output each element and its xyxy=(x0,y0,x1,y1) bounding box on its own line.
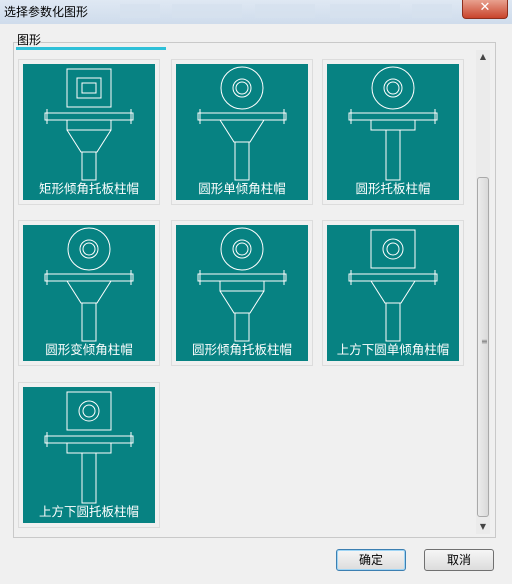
slab xyxy=(197,112,287,121)
support-plate xyxy=(219,280,265,292)
tile-label: 圆形变倾角柱帽 xyxy=(45,342,133,357)
column-shaft xyxy=(234,312,250,342)
column-shaft xyxy=(81,302,97,342)
column-cap-diagram-icon xyxy=(348,229,438,342)
background-window-ghost xyxy=(412,4,452,18)
shape-tile[interactable]: 圆形托板柱帽 xyxy=(322,59,464,205)
title-bar: 选择参数化图形 ✕ xyxy=(0,0,512,24)
plan-core-circle xyxy=(82,242,96,256)
plan-outer-square xyxy=(66,391,112,431)
cap-taper xyxy=(219,290,265,314)
support-plate xyxy=(370,119,416,131)
shape-tile[interactable]: 上方下圆单倾角柱帽 xyxy=(322,220,464,366)
shape-tile[interactable]: 圆形单倾角柱帽 xyxy=(171,59,313,205)
column-cap-diagram-icon xyxy=(197,227,287,342)
tile-preview: 圆形托板柱帽 xyxy=(327,64,459,200)
plan-inner-circle xyxy=(78,400,100,422)
plan-outer-circle xyxy=(371,66,415,110)
plan-inner-circle xyxy=(382,238,404,260)
plan-outer-square xyxy=(66,68,112,108)
cap-taper xyxy=(66,129,112,153)
column-shaft xyxy=(234,141,250,181)
tile-label: 矩形倾角托板柱帽 xyxy=(38,181,139,196)
background-window-ghost xyxy=(330,4,400,18)
plan-outer-circle xyxy=(220,66,264,110)
shape-tile[interactable]: 上方下圆托板柱帽 xyxy=(18,382,160,528)
plan-outer-circle xyxy=(67,227,111,271)
slab xyxy=(44,112,134,121)
column-cap-diagram-icon xyxy=(44,391,134,504)
tile-label: 圆形单倾角柱帽 xyxy=(198,181,286,196)
tile-preview: 圆形变倾角柱帽 xyxy=(23,225,155,361)
column-cap-diagram-icon xyxy=(197,66,287,181)
scrollbar-thumb[interactable]: ≡ xyxy=(477,177,489,517)
tile-preview: 上方下圆托板柱帽 xyxy=(23,387,155,523)
tile-label: 上方下圆托板柱帽 xyxy=(38,504,139,519)
tile-label: 圆形托板柱帽 xyxy=(355,181,431,196)
background-window-ghost xyxy=(120,4,160,18)
column-shaft xyxy=(81,151,97,181)
vertical-scrollbar[interactable]: ▲ ≡ ▼ xyxy=(476,50,490,534)
close-icon: ✕ xyxy=(479,0,491,15)
support-plate xyxy=(66,119,112,131)
column-cap-diagram-icon xyxy=(44,68,134,181)
plan-core-circle xyxy=(235,242,249,256)
plan-outer-circle xyxy=(220,227,264,271)
column-cap-diagram-icon xyxy=(348,66,438,181)
cancel-button[interactable]: 取消 xyxy=(424,549,494,571)
plan-inner-square xyxy=(76,77,102,99)
support-plate xyxy=(66,442,112,454)
shape-tile[interactable]: 圆形倾角托板柱帽 xyxy=(171,220,313,366)
plan-core-square xyxy=(81,82,97,94)
column-cap-diagram-icon xyxy=(44,227,134,342)
close-button[interactable]: ✕ xyxy=(462,0,508,19)
slab xyxy=(44,273,134,282)
cap-taper xyxy=(66,280,112,304)
slab xyxy=(197,273,287,282)
tile-preview: 上方下圆单倾角柱帽 xyxy=(327,225,459,361)
column-shaft xyxy=(385,302,401,342)
grip-icon: ≡ xyxy=(481,337,488,346)
shape-tile[interactable]: 矩形倾角托板柱帽 xyxy=(18,59,160,205)
tile-label: 圆形倾角托板柱帽 xyxy=(191,342,292,357)
cap-taper xyxy=(219,119,265,143)
scroll-down-arrow-icon[interactable]: ▼ xyxy=(476,520,490,534)
tile-preview: 矩形倾角托板柱帽 xyxy=(23,64,155,200)
tile-preview: 圆形倾角托板柱帽 xyxy=(176,225,308,361)
plan-core-circle xyxy=(82,404,96,418)
scroll-up-arrow-icon[interactable]: ▲ xyxy=(476,50,490,64)
plan-core-circle xyxy=(235,81,249,95)
ok-button[interactable]: 确定 xyxy=(336,549,406,571)
column-shaft xyxy=(81,452,97,504)
cap-taper xyxy=(370,280,416,304)
window-title: 选择参数化图形 xyxy=(4,5,89,19)
slab xyxy=(44,435,134,444)
background-window-ghost xyxy=(172,4,242,18)
plan-core-circle xyxy=(386,81,400,95)
plan-core-circle xyxy=(386,242,400,256)
plan-outer-square xyxy=(370,229,416,269)
slab xyxy=(348,273,438,282)
tile-label: 上方下圆单倾角柱帽 xyxy=(336,342,450,357)
tile-preview: 圆形单倾角柱帽 xyxy=(176,64,308,200)
background-window-ghost xyxy=(255,4,315,18)
slab xyxy=(348,112,438,121)
tab-shapes[interactable]: 图形 xyxy=(17,31,41,48)
shape-tile[interactable]: 圆形变倾角柱帽 xyxy=(18,220,160,366)
shape-grid: 矩形倾角托板柱帽 圆形单倾角柱帽 圆形托板柱帽 圆形变倾角柱帽 圆形倾角托板柱帽 上方下圆… xyxy=(16,50,474,536)
column-shaft xyxy=(385,129,401,181)
